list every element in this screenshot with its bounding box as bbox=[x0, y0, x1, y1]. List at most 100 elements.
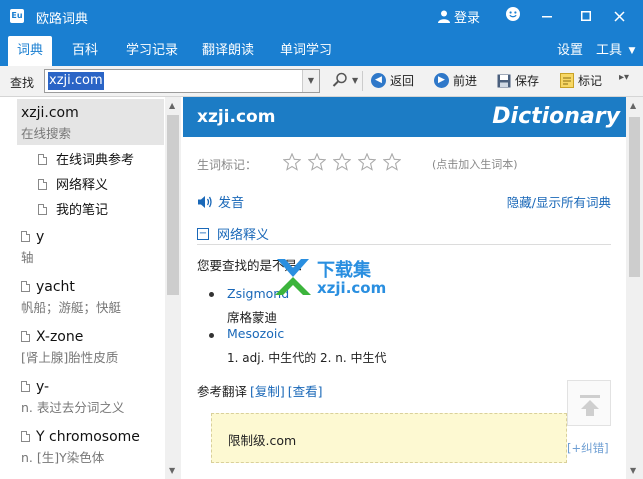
main-tab-bar: 词典 百科 学习记录 翻译朗读 单词学习 设置 工具 ▼ bbox=[0, 32, 643, 66]
sub-item-online-dictionary[interactable]: 在线词典参考 bbox=[38, 149, 134, 168]
minimize-button[interactable] bbox=[534, 4, 560, 28]
list-item-word: y- bbox=[36, 379, 50, 395]
list-item[interactable]: yacht 帆船；游艇；快艇 bbox=[17, 279, 164, 316]
headword-bar: xzji.com Dictionary bbox=[183, 97, 626, 137]
pronounce-button[interactable]: 发音 bbox=[197, 192, 244, 211]
toolbar: 查找 xzji.com ▼ ▼ ◀ 返回 ▶ 前进 保存 标记 ▸▾ bbox=[0, 66, 643, 97]
list-item-word: Y chromosome bbox=[36, 429, 140, 445]
forward-button[interactable]: ▶ 前进 bbox=[434, 72, 477, 89]
sub-item-web-definition[interactable]: 网络释义 bbox=[38, 174, 108, 193]
bookmark-note-icon bbox=[560, 73, 574, 88]
list-item-word: X-zone bbox=[36, 329, 84, 345]
document-icon bbox=[38, 179, 47, 190]
scroll-up-icon[interactable]: ▲ bbox=[630, 101, 636, 110]
star-icon[interactable] bbox=[333, 153, 351, 171]
collapse-icon[interactable]: − bbox=[197, 227, 209, 240]
floppy-disk-icon bbox=[497, 74, 511, 87]
login-label: 登录 bbox=[454, 11, 481, 26]
back-label: 返回 bbox=[390, 74, 415, 88]
sub-item-label: 网络释义 bbox=[56, 178, 109, 193]
maximize-button[interactable] bbox=[573, 4, 599, 28]
star-icon[interactable] bbox=[308, 153, 326, 171]
tab-translate[interactable]: 翻译朗读 bbox=[196, 36, 260, 66]
section-web-definition[interactable]: − 网络释义 bbox=[197, 224, 269, 243]
download-arrow-logo-icon bbox=[275, 259, 311, 295]
tab-dictionary[interactable]: 词典 bbox=[8, 36, 52, 66]
close-icon bbox=[613, 10, 625, 22]
list-item-selected[interactable]: xzji.com 在线搜索 bbox=[17, 99, 164, 145]
list-item-definition: [肾上腺]胎性皮质 bbox=[21, 350, 119, 365]
tab-study-records[interactable]: 学习记录 bbox=[120, 36, 184, 66]
download-site-watermark: 下载集 xzji.com bbox=[271, 255, 421, 301]
star-icon[interactable] bbox=[383, 153, 401, 171]
reference-text: 限制级.com bbox=[228, 433, 297, 448]
feedback-smile-icon[interactable] bbox=[506, 7, 520, 21]
search-input[interactable]: xzji.com bbox=[48, 72, 104, 90]
app-title: 欧路词典 bbox=[36, 12, 89, 27]
definition-panel: xzji.com Dictionary 生词标记： (点击加入生词本) 发音 隐… bbox=[183, 97, 626, 479]
document-icon bbox=[21, 381, 30, 392]
arrow-left-icon: ◀ bbox=[371, 73, 386, 88]
section-title: 网络释义 bbox=[217, 228, 270, 243]
watermark-url: xzji.com bbox=[317, 279, 387, 297]
copy-link[interactable]: [复制] bbox=[250, 381, 285, 400]
mark-button[interactable]: 标记 bbox=[560, 72, 602, 89]
scroll-up-icon[interactable]: ▲ bbox=[169, 101, 175, 110]
list-item[interactable]: Y chromosome n. [生]Y染色体 bbox=[17, 429, 164, 466]
search-history-dropdown-icon[interactable]: ▼ bbox=[302, 70, 319, 92]
tab-word-study[interactable]: 单词学习 bbox=[274, 36, 338, 66]
document-icon bbox=[21, 331, 30, 342]
list-item[interactable]: y- n. 表过去分词之义 bbox=[17, 379, 164, 416]
sub-item-label: 我的笔记 bbox=[56, 203, 109, 218]
user-icon bbox=[438, 10, 450, 23]
search-combobox[interactable]: xzji.com ▼ bbox=[44, 69, 320, 93]
toolbar-overflow-icon[interactable]: ▸▾ bbox=[619, 72, 629, 83]
toolbar-separator bbox=[362, 71, 363, 91]
scroll-down-icon[interactable]: ▼ bbox=[630, 466, 636, 475]
search-label: 查找 bbox=[10, 76, 35, 90]
settings-menu[interactable]: 设置 bbox=[552, 36, 588, 66]
suggestion-definition: 席格蒙迪 bbox=[227, 310, 278, 325]
login-button[interactable]: 登录 bbox=[438, 7, 480, 26]
dictionary-label: Dictionary bbox=[492, 104, 620, 129]
view-link[interactable]: [查看] bbox=[288, 381, 323, 400]
tools-dropdown-arrow-icon[interactable]: ▼ bbox=[626, 36, 638, 66]
star-rating[interactable] bbox=[283, 153, 401, 171]
search-dropdown-icon[interactable]: ▼ bbox=[352, 76, 358, 85]
tab-encyclopedia[interactable]: 百科 bbox=[62, 36, 108, 66]
list-item-definition: 轴 bbox=[21, 250, 34, 265]
sub-item-label: 在线词典参考 bbox=[56, 153, 135, 168]
toggle-all-dictionaries-link[interactable]: 隐藏/显示所有词典 bbox=[507, 192, 611, 211]
back-button[interactable]: ◀ 返回 bbox=[371, 72, 414, 89]
list-item[interactable]: y 轴 bbox=[17, 229, 164, 266]
left-scrollbar[interactable]: ▲ ▼ bbox=[165, 97, 181, 479]
save-button[interactable]: 保存 bbox=[497, 72, 539, 89]
close-button[interactable] bbox=[606, 4, 632, 28]
search-icon bbox=[332, 72, 347, 87]
star-icon[interactable] bbox=[283, 153, 301, 171]
suggestion-link[interactable]: Mesozoic bbox=[227, 326, 284, 341]
right-scrollbar[interactable]: ▲ ▼ bbox=[626, 97, 643, 479]
title-bar: Eu 欧路词典 登录 bbox=[0, 0, 643, 32]
document-icon bbox=[21, 281, 30, 292]
word-mark-label: 生词标记： bbox=[197, 158, 258, 172]
scroll-down-icon[interactable]: ▼ bbox=[169, 466, 175, 475]
scroll-to-top-button[interactable] bbox=[567, 380, 611, 426]
tools-menu[interactable]: 工具 bbox=[594, 36, 624, 66]
section-divider bbox=[197, 244, 611, 245]
suggestion-definition: 1. adj. 中生代的 2. n. 中生代 bbox=[227, 351, 387, 365]
document-icon bbox=[21, 431, 30, 442]
left-scrollbar-thumb[interactable] bbox=[167, 115, 179, 295]
correction-link[interactable]: [+纠错] bbox=[567, 440, 609, 456]
list-item-definition: 在线搜索 bbox=[21, 126, 72, 141]
document-icon bbox=[21, 231, 30, 242]
reference-translation-box: 限制级.com bbox=[211, 413, 567, 463]
list-item[interactable]: X-zone [肾上腺]胎性皮质 bbox=[17, 329, 164, 366]
star-icon[interactable] bbox=[358, 153, 376, 171]
search-button[interactable]: ▼ bbox=[332, 72, 358, 88]
list-item-definition: 帆船；游艇；快艇 bbox=[21, 300, 122, 315]
list-item-word: yacht bbox=[36, 279, 75, 295]
right-scrollbar-thumb[interactable] bbox=[629, 117, 640, 277]
speaker-icon bbox=[198, 195, 212, 208]
sub-item-my-notes[interactable]: 我的笔记 bbox=[38, 199, 108, 218]
